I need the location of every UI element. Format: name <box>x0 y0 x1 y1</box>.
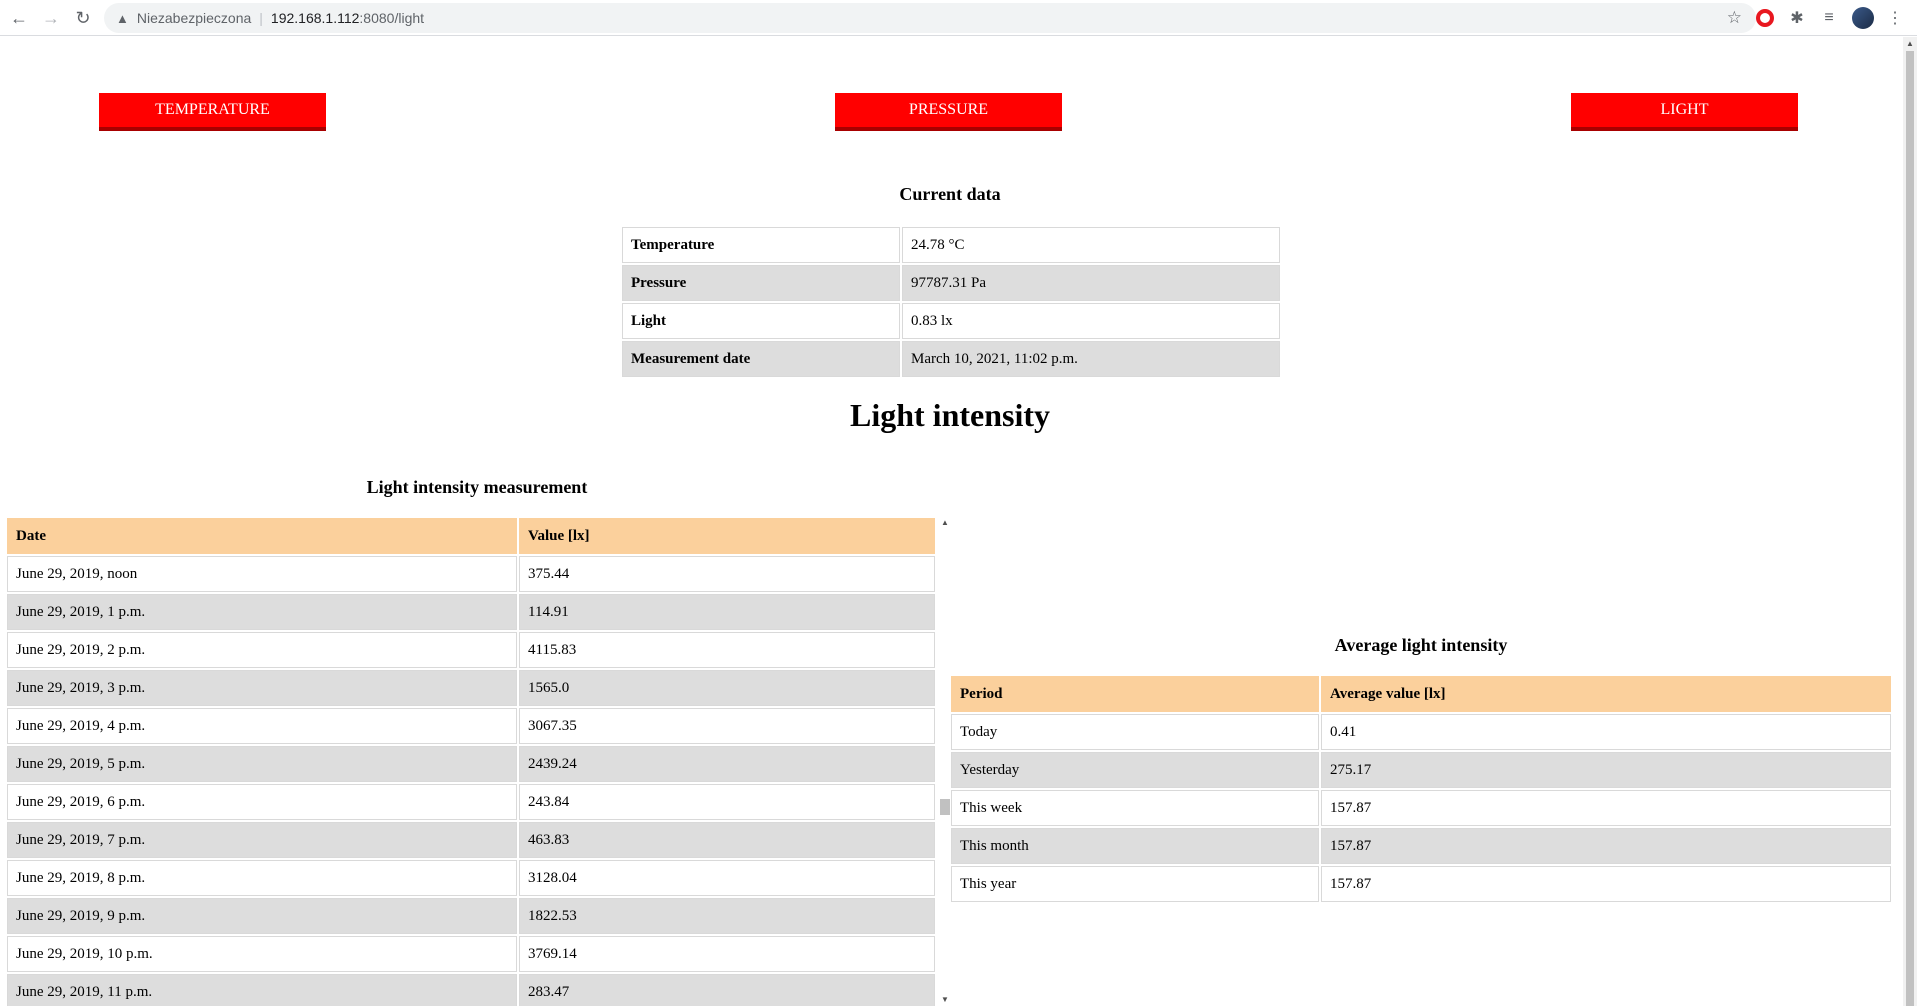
table-row: Pressure 97787.31 Pa <box>622 265 1280 301</box>
value-cell: 375.44 <box>519 556 935 592</box>
current-value-cell: March 10, 2021, 11:02 p.m. <box>902 341 1280 377</box>
date-cell: June 29, 2019, 6 p.m. <box>7 784 517 820</box>
reload-icon[interactable]: ↻ <box>70 5 96 31</box>
table-row: June 29, 2019, 3 p.m. 1565.0 <box>7 670 935 706</box>
extensions-puzzle-icon[interactable]: ✱ <box>1785 6 1809 30</box>
table-row: This week 157.87 <box>951 790 1891 826</box>
measurement-scroll-area[interactable]: Date Value [lx] June 29, 2019, noon 375.4… <box>5 516 951 1006</box>
table-row: June 29, 2019, 2 p.m. 4115.83 <box>7 632 935 668</box>
table-row: June 29, 2019, 4 p.m. 3067.35 <box>7 708 935 744</box>
current-data-heading: Current data <box>899 184 1001 204</box>
column-header-average-value: Average value [lx] <box>1321 676 1891 712</box>
forward-icon[interactable]: → <box>38 5 64 31</box>
date-cell: June 29, 2019, 1 p.m. <box>7 594 517 630</box>
period-cell: This year <box>951 866 1319 902</box>
period-cell: Today <box>951 714 1319 750</box>
page-scroll-up-icon[interactable]: ▲ <box>1903 39 1917 48</box>
date-cell: June 29, 2019, 11 p.m. <box>7 974 517 1006</box>
nav-light-button[interactable]: LIGHT <box>1571 93 1798 131</box>
nav-pressure-button[interactable]: PRESSURE <box>835 93 1062 131</box>
address-bar[interactable]: ▲ Niezabezpieczona | 192.168.1.112:8080/… <box>104 3 1756 33</box>
table-row: This month 157.87 <box>951 828 1891 864</box>
browser-toolbar: ← → ↻ ▲ Niezabezpieczona | 192.168.1.112… <box>0 0 1917 36</box>
table-row: Light 0.83 lx <box>622 303 1280 339</box>
current-data-table: Temperature 24.78 °C Pressure 97787.31 Pa Li… <box>620 225 1282 379</box>
url-host: 192.168.1.112 <box>270 10 360 26</box>
table-row: Temperature 24.78 °C <box>622 227 1280 263</box>
average-value-cell: 157.87 <box>1321 790 1891 826</box>
url-path: :8080/light <box>359 10 425 26</box>
column-header-value: Value [lx] <box>519 518 935 554</box>
date-cell: June 29, 2019, noon <box>7 556 517 592</box>
value-cell: 1822.53 <box>519 898 935 934</box>
value-cell: 3067.35 <box>519 708 935 744</box>
omnibox-divider: | <box>259 10 263 26</box>
table-row: June 29, 2019, 5 p.m. 2439.24 <box>7 746 935 782</box>
current-label-cell: Pressure <box>622 265 900 301</box>
value-cell: 463.83 <box>519 822 935 858</box>
column-header-date: Date <box>7 518 517 554</box>
warning-icon[interactable]: ▲ <box>116 11 129 26</box>
date-cell: June 29, 2019, 9 p.m. <box>7 898 517 934</box>
period-cell: This week <box>951 790 1319 826</box>
average-table: Period Average value [lx] Today 0.41 Yeste… <box>949 674 1893 904</box>
table-row: June 29, 2019, 7 p.m. 463.83 <box>7 822 935 858</box>
current-label-cell: Light <box>622 303 900 339</box>
bookmark-star-icon[interactable]: ☆ <box>1727 8 1742 28</box>
table-row: June 29, 2019, 11 p.m. 283.47 <box>7 974 935 1006</box>
date-cell: June 29, 2019, 10 p.m. <box>7 936 517 972</box>
current-label-cell: Temperature <box>622 227 900 263</box>
current-value-cell: 24.78 °C <box>902 227 1280 263</box>
page-scrollbar[interactable]: ▲ <box>1903 37 1917 1006</box>
average-value-cell: 157.87 <box>1321 866 1891 902</box>
date-cell: June 29, 2019, 8 p.m. <box>7 860 517 896</box>
value-cell: 4115.83 <box>519 632 935 668</box>
table-row: June 29, 2019, 1 p.m. 114.91 <box>7 594 935 630</box>
scroll-down-arrow-icon[interactable]: ▼ <box>939 995 951 1004</box>
nav-temperature-button[interactable]: TEMPERATURE <box>99 93 326 131</box>
measurement-heading: Light intensity measurement <box>366 477 588 497</box>
average-value-cell: 157.87 <box>1321 828 1891 864</box>
current-label-cell: Measurement date <box>622 341 900 377</box>
back-icon[interactable]: ← <box>6 5 32 31</box>
page-scroll-thumb[interactable] <box>1906 51 1914 1006</box>
average-value-cell: 275.17 <box>1321 752 1891 788</box>
value-cell: 2439.24 <box>519 746 935 782</box>
table-row: Measurement date March 10, 2021, 11:02 p.… <box>622 341 1280 377</box>
value-cell: 3769.14 <box>519 936 935 972</box>
date-cell: June 29, 2019, 4 p.m. <box>7 708 517 744</box>
date-cell: June 29, 2019, 2 p.m. <box>7 632 517 668</box>
page-title: Light intensity <box>849 397 1051 433</box>
period-cell: This month <box>951 828 1319 864</box>
date-cell: June 29, 2019, 5 p.m. <box>7 746 517 782</box>
period-cell: Yesterday <box>951 752 1319 788</box>
value-cell: 283.47 <box>519 974 935 1006</box>
table-row: June 29, 2019, 6 p.m. 243.84 <box>7 784 935 820</box>
value-cell: 3128.04 <box>519 860 935 896</box>
table-row: This year 157.87 <box>951 866 1891 902</box>
column-header-period: Period <box>951 676 1319 712</box>
profile-avatar[interactable] <box>1851 6 1875 30</box>
opera-extension-icon[interactable] <box>1753 6 1777 30</box>
current-value-cell: 0.83 lx <box>902 303 1280 339</box>
table-row: June 29, 2019, 9 p.m. 1822.53 <box>7 898 935 934</box>
value-cell: 243.84 <box>519 784 935 820</box>
average-value-cell: 0.41 <box>1321 714 1891 750</box>
table-row: Today 0.41 <box>951 714 1891 750</box>
table-row: June 29, 2019, 8 p.m. 3128.04 <box>7 860 935 896</box>
date-cell: June 29, 2019, 7 p.m. <box>7 822 517 858</box>
media-queue-icon[interactable]: ≡ <box>1817 6 1841 30</box>
security-status: Niezabezpieczona <box>136 10 252 26</box>
date-cell: June 29, 2019, 3 p.m. <box>7 670 517 706</box>
table-row: Yesterday 275.17 <box>951 752 1891 788</box>
average-heading: Average light intensity <box>1334 635 1508 655</box>
table-row: June 29, 2019, noon 375.44 <box>7 556 935 592</box>
table-row: June 29, 2019, 10 p.m. 3769.14 <box>7 936 935 972</box>
current-value-cell: 97787.31 Pa <box>902 265 1280 301</box>
browser-menu-icon[interactable]: ⋮ <box>1883 6 1907 30</box>
value-cell: 114.91 <box>519 594 935 630</box>
value-cell: 1565.0 <box>519 670 935 706</box>
measurement-table: Date Value [lx] June 29, 2019, noon 375.4… <box>5 516 937 1006</box>
scroll-up-arrow-icon[interactable]: ▲ <box>939 518 951 527</box>
